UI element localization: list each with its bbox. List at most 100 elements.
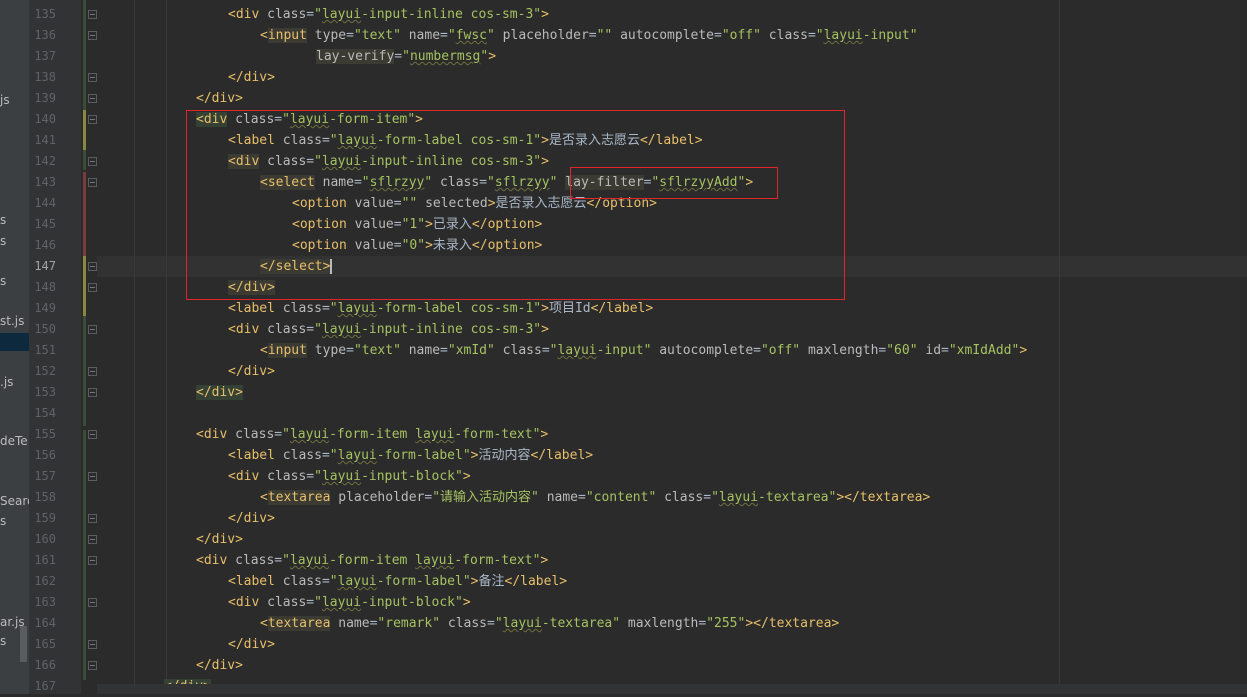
line-number: 151 bbox=[34, 343, 56, 357]
line-number: 156 bbox=[34, 448, 56, 462]
line-number: 138 bbox=[34, 70, 56, 84]
project-file-item[interactable]: s bbox=[0, 272, 6, 290]
annotation-box-form-item bbox=[186, 110, 845, 300]
code-line[interactable]: </div> bbox=[228, 508, 275, 529]
line-number: 148 bbox=[34, 280, 56, 294]
line-number: 165 bbox=[34, 637, 56, 651]
project-file-item[interactable]: .js bbox=[0, 373, 13, 391]
line-number: 140 bbox=[34, 112, 56, 126]
fold-toggle-icon[interactable] bbox=[88, 73, 97, 82]
code-line[interactable]: </div> bbox=[196, 88, 243, 109]
fold-toggle-icon[interactable] bbox=[88, 10, 97, 19]
fold-toggle-icon[interactable] bbox=[88, 514, 97, 523]
code-line[interactable]: <div class="layui-input-inline cos-sm-3"… bbox=[228, 319, 549, 340]
code-line[interactable]: lay-verify="numbermsg"> bbox=[316, 46, 496, 67]
fold-toggle-icon[interactable] bbox=[88, 178, 97, 187]
fold-toggle-icon[interactable] bbox=[88, 94, 97, 103]
vcs-change-marker[interactable] bbox=[83, 316, 86, 426]
fold-toggle-icon[interactable] bbox=[88, 535, 97, 544]
code-line[interactable]: </div> bbox=[196, 655, 243, 676]
code-line[interactable]: </div> bbox=[228, 634, 275, 655]
line-number: 163 bbox=[34, 595, 56, 609]
fold-toggle-icon[interactable] bbox=[88, 661, 97, 670]
fold-toggle-icon[interactable] bbox=[88, 325, 97, 334]
code-line[interactable]: <div class="layui-form-item layui-form-t… bbox=[196, 550, 548, 571]
line-number: 166 bbox=[34, 658, 56, 672]
fold-toggle-icon[interactable] bbox=[88, 157, 97, 166]
line-number: 139 bbox=[34, 91, 56, 105]
line-number: 158 bbox=[34, 490, 56, 504]
code-line[interactable]: <label class="layui-form-label cos-sm-1"… bbox=[228, 298, 653, 319]
line-number: 136 bbox=[34, 28, 56, 42]
line-number: 152 bbox=[34, 364, 56, 378]
current-line-number: 147 bbox=[34, 259, 56, 273]
code-line[interactable]: <input type="text" name="fwsc" placehold… bbox=[260, 25, 918, 46]
code-line[interactable]: <input type="text" name="xmId" class="la… bbox=[260, 340, 1027, 361]
project-file-item[interactable]: deTe bbox=[0, 432, 28, 450]
vcs-change-marker[interactable] bbox=[83, 110, 86, 150]
code-line[interactable]: <label class="layui-form-label">活动内容</la… bbox=[228, 445, 593, 466]
indent-guide bbox=[166, 0, 167, 684]
line-number: 141 bbox=[34, 133, 56, 147]
project-panel-scrollbar[interactable] bbox=[20, 626, 27, 662]
code-line[interactable]: </div> bbox=[196, 382, 243, 403]
project-file-item[interactable]: Searc bbox=[0, 492, 29, 510]
code-line[interactable]: <div class="layui-input-inline cos-sm-3"… bbox=[228, 4, 549, 25]
fold-toggle-icon[interactable] bbox=[88, 31, 97, 40]
fold-toggle-icon[interactable] bbox=[88, 262, 97, 271]
project-panel-selection bbox=[0, 333, 29, 351]
vcs-change-marker[interactable] bbox=[83, 172, 86, 256]
line-number: 160 bbox=[34, 532, 56, 546]
fold-toggle-icon[interactable] bbox=[88, 283, 97, 292]
line-number: 157 bbox=[34, 469, 56, 483]
line-number: 162 bbox=[34, 574, 56, 588]
project-file-item[interactable]: st.js bbox=[0, 312, 24, 330]
code-line[interactable]: <textarea placeholder="请输入活动内容" name="co… bbox=[260, 487, 930, 508]
vcs-change-marker[interactable] bbox=[83, 430, 86, 680]
line-number: 153 bbox=[34, 385, 56, 399]
line-number: 161 bbox=[34, 553, 56, 567]
project-file-item[interactable]: s bbox=[0, 211, 6, 229]
line-number: 154 bbox=[34, 406, 56, 420]
line-number: 135 bbox=[34, 7, 56, 21]
code-line[interactable]: <div class="layui-form-item layui-form-t… bbox=[196, 424, 548, 445]
code-editor[interactable]: <div class="layui-input-inline cos-sm-3"… bbox=[97, 0, 1247, 694]
fold-toggle-icon[interactable] bbox=[88, 388, 97, 397]
line-number: 137 bbox=[34, 49, 56, 63]
line-number: 159 bbox=[34, 511, 56, 525]
project-file-item[interactable]: s bbox=[0, 232, 6, 250]
line-number: 149 bbox=[34, 301, 56, 315]
line-number: 146 bbox=[34, 238, 56, 252]
code-line[interactable]: </div> bbox=[228, 361, 275, 382]
code-line[interactable]: <textarea name="remark" class="layui-tex… bbox=[260, 613, 839, 634]
code-line[interactable]: </div> bbox=[196, 529, 243, 550]
fold-toggle-icon[interactable] bbox=[88, 115, 97, 124]
fold-toggle-icon[interactable] bbox=[88, 430, 97, 439]
code-line[interactable]: <div class="layui-input-block"> bbox=[228, 592, 471, 613]
vcs-change-marker[interactable] bbox=[83, 150, 86, 170]
line-number: 150 bbox=[34, 322, 56, 336]
line-number: 144 bbox=[34, 196, 56, 210]
fold-toggle-icon[interactable] bbox=[88, 367, 97, 376]
vcs-change-marker[interactable] bbox=[83, 0, 86, 110]
project-file-item[interactable]: s bbox=[0, 632, 6, 650]
line-number: 142 bbox=[34, 154, 56, 168]
fold-toggle-icon[interactable] bbox=[88, 472, 97, 481]
indent-guide bbox=[134, 0, 135, 684]
code-line[interactable]: </div> bbox=[228, 67, 275, 88]
project-file-item[interactable]: js bbox=[0, 91, 10, 109]
project-file-item[interactable]: s bbox=[0, 512, 6, 530]
fold-toggle-icon[interactable] bbox=[88, 598, 97, 607]
line-number: 155 bbox=[34, 427, 56, 441]
fold-toggle-icon[interactable] bbox=[88, 556, 97, 565]
fold-toggle-icon[interactable] bbox=[88, 640, 97, 649]
code-line[interactable]: <div class="layui-input-block"> bbox=[228, 466, 471, 487]
line-number: 164 bbox=[34, 616, 56, 630]
line-number: 145 bbox=[34, 217, 56, 231]
annotation-box-lay-filter bbox=[570, 167, 778, 199]
status-bar bbox=[97, 684, 1247, 694]
vcs-change-marker[interactable] bbox=[83, 256, 86, 316]
line-number: 143 bbox=[34, 175, 56, 189]
project-panel: js s s s st.js .js deTe Searc s ar.js s bbox=[0, 0, 29, 694]
code-line[interactable]: <label class="layui-form-label">备注</labe… bbox=[228, 571, 567, 592]
